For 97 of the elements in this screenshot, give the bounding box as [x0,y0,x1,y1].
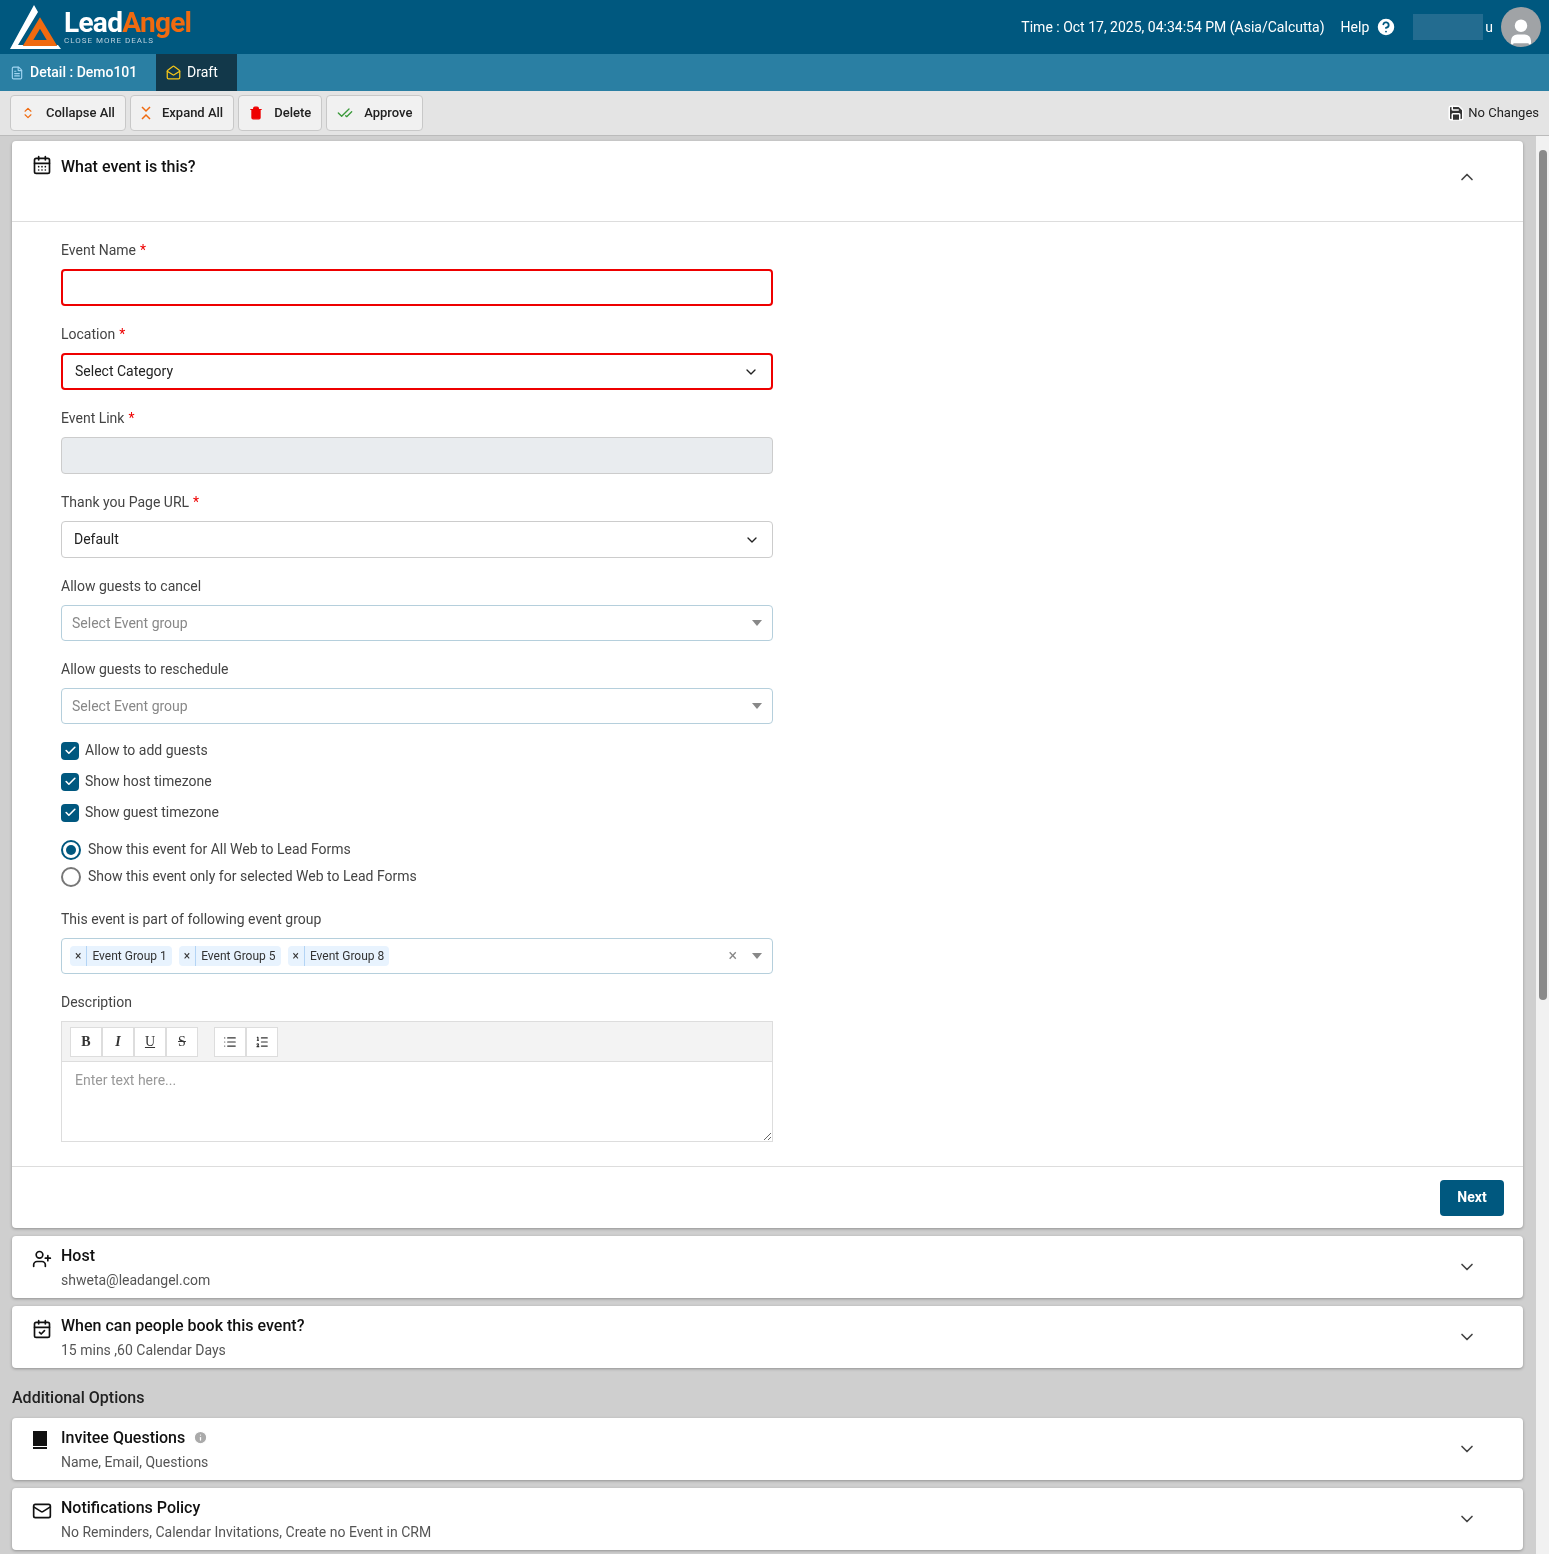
caret-down-icon [752,620,762,626]
bullet-list-button[interactable] [214,1026,246,1057]
check-icon [63,806,77,819]
section-card[interactable]: When can people book this event? 15 mins ,60 Calendar Days [12,1306,1523,1368]
logo[interactable]: LeadAngel CLOSE MORE DEALS [8,3,192,51]
tag-remove[interactable]: × [70,946,88,966]
expand-icon [140,106,151,120]
caret-down-icon [752,953,762,959]
time-display: Time : Oct 17, 2025, 04:34:54 PM (Asia/Calcutta) [1021,17,1325,38]
field-label: Event Link [61,409,125,428]
section-summary: Name, Email, Questions [61,1452,210,1472]
user-name: u [1485,17,1493,37]
field-label: Allow guests to reschedule [61,660,229,679]
section-card[interactable]: Host shweta@leadangel.com [12,1236,1523,1298]
section-title: Notifications Policy [61,1496,201,1519]
section-title: What event is this? [61,156,197,178]
help-link[interactable]: Help [1340,16,1370,38]
radio-label: Show this event only for selected Web to Lead Forms [88,867,417,886]
check-icon [63,744,77,757]
required-mark: * [193,493,200,512]
toolbar-button[interactable]: Approve [326,95,424,131]
book-icon [32,1431,48,1449]
field-label: Location [61,325,116,344]
select-field[interactable]: Default [61,521,773,558]
dropdown-field[interactable]: Select Event group [61,688,773,724]
section-summary: No Reminders, Calendar Invitations, Create no Event in CRM [61,1522,433,1542]
tag: × Event Group 8 [287,946,390,966]
numbered-list-icon [255,1034,269,1049]
tag-remove[interactable]: × [178,946,197,966]
section-title: When can people book this event? [61,1314,305,1337]
dropdown-placeholder: Select Event group [72,696,188,716]
format-button[interactable]: S [166,1026,198,1057]
toolbar-button[interactable]: Delete [238,95,323,131]
section-heading: Additional Options [12,1387,146,1409]
field-label: Thank you Page URL [61,493,190,512]
checkbox[interactable] [61,772,79,791]
text-field[interactable] [61,269,773,306]
check-icon [63,775,77,788]
field-label: This event is part of following event group [61,910,323,929]
tag: × Event Group 1 [70,946,172,966]
checkbox-label: Show guest timezone [85,803,219,822]
required-mark: * [119,325,126,344]
trash-icon [249,106,264,120]
user-plus-icon [32,1249,52,1269]
select-value: Default [74,530,119,549]
dropdown-placeholder: Select Event group [72,613,188,633]
next-button[interactable]: Next [1440,1179,1504,1216]
caret-down-icon [752,703,762,709]
toolbar-button[interactable]: Collapse All [10,95,126,131]
field-label: Allow guests to cancel [61,577,202,596]
checkbox[interactable] [61,803,79,822]
field-label: Event Name [61,241,136,260]
required-mark: * [128,409,135,428]
save-status: No Changes [1468,104,1539,123]
required-mark: * [140,241,146,260]
open-envelope-icon [166,65,181,80]
redaction-block [1413,14,1484,40]
checkbox-label: Allow to add guests [85,741,208,760]
format-button[interactable]: I [102,1026,134,1057]
clear-all[interactable]: × [728,944,737,968]
tab[interactable]: Detail : Demo101 [0,54,156,91]
logo-mark-icon [8,3,62,51]
section-title: Host [61,1244,95,1267]
envelope-icon [32,1501,52,1521]
section-summary: shweta@leadangel.com [61,1270,212,1290]
multi-select-field[interactable]: × Event Group 1 × Event Group 5 × Event Group 8 × [61,938,773,974]
calendar-check-icon [32,1319,52,1339]
save-icon [1447,104,1466,122]
avatar[interactable] [1501,7,1541,47]
numbered-list-button[interactable] [246,1026,278,1057]
section-title: Invitee Questions [61,1426,186,1449]
checkbox[interactable] [61,741,79,760]
help-icon[interactable] [1375,16,1398,38]
logo-text-accent: Angel [122,6,192,39]
section-card[interactable]: Invitee Questions Name, Email, Questions [12,1418,1523,1480]
calendar-icon [32,155,52,175]
scrollbar[interactable] [1536,136,1549,1554]
radio-label: Show this event for All Web to Lead Forms [88,840,351,859]
tab[interactable]: Draft [156,54,237,91]
toolbar-button[interactable]: Expand All [129,95,235,131]
section-card[interactable]: Notifications Policy No Reminders, Calendar Invitations, Create no Event in CRM [12,1488,1523,1550]
dropdown-field[interactable]: Select Event group [61,605,773,641]
format-button[interactable]: B [70,1026,102,1057]
radio-button[interactable] [61,866,81,887]
field-label: Description [61,993,133,1012]
select-value: Select Category [75,362,173,381]
select-field[interactable]: Select Category [61,353,773,390]
tag: × Event Group 5 [178,946,281,966]
logo-tagline: CLOSE MORE DEALS [64,37,155,45]
bullet-list-icon [223,1034,237,1049]
document-icon [10,65,24,80]
checkbox-label: Show host timezone [85,772,212,791]
format-button[interactable]: U [134,1026,166,1057]
tag-remove[interactable]: × [287,946,305,966]
radio-button[interactable] [61,839,81,860]
logo-text: Lead [64,6,123,39]
section-summary: 15 mins ,60 Calendar Days [61,1340,227,1360]
